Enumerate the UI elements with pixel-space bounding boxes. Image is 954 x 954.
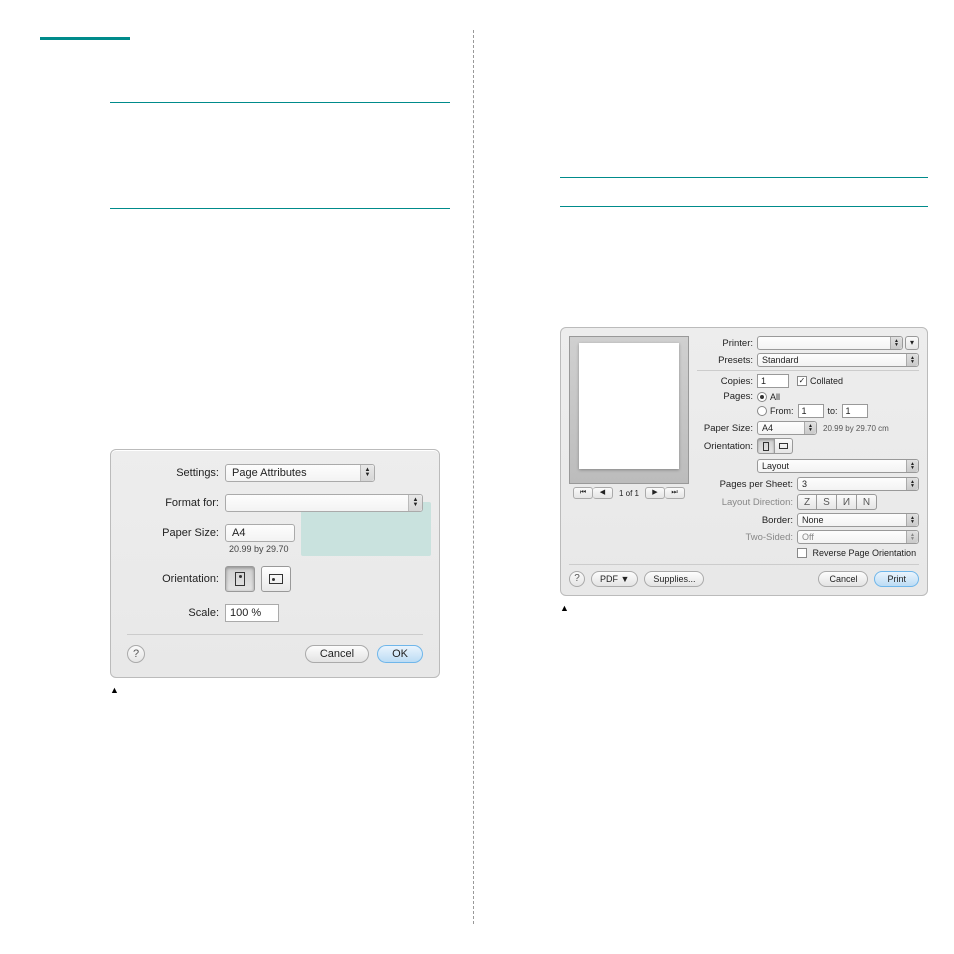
- next-page-button[interactable]: ▶: [645, 487, 665, 499]
- pps-label: Pages per Sheet:: [697, 479, 797, 490]
- settings-select-value: Page Attributes: [232, 467, 307, 479]
- pages-all-radio[interactable]: [757, 392, 767, 402]
- scale-input[interactable]: 100 %: [225, 604, 279, 622]
- pages-label: Pages:: [697, 391, 757, 402]
- print-button[interactable]: Print: [874, 571, 919, 587]
- chevron-updown-icon: ▲▼: [906, 354, 918, 366]
- from-input[interactable]: 1: [798, 404, 824, 418]
- pages-all-label: All: [770, 392, 780, 402]
- presets-select[interactable]: Standard▲▼: [757, 353, 919, 367]
- to-input[interactable]: 1: [842, 404, 868, 418]
- orient-landscape-button[interactable]: [775, 438, 793, 454]
- formatfor-label: Format for:: [127, 497, 225, 509]
- chevron-updown-icon: ▲▼: [360, 465, 374, 481]
- pdf-button[interactable]: PDF ▼: [591, 571, 638, 587]
- orientation-portrait-button[interactable]: [225, 566, 255, 592]
- pps-select[interactable]: 3▲▼: [797, 477, 919, 491]
- scale-label: Scale:: [127, 607, 225, 619]
- paper-dimensions: 20.99 by 29.70: [225, 544, 289, 554]
- chevron-updown-icon: ▲▼: [890, 337, 902, 349]
- caption-marker-icon-2: ▲: [560, 603, 569, 613]
- prev-page-button[interactable]: ◀: [593, 487, 613, 499]
- printer-select[interactable]: ▲▼: [757, 336, 903, 350]
- reverse-checkbox[interactable]: [797, 548, 807, 558]
- papersize-label: Paper Size:: [127, 527, 225, 539]
- orient-portrait-button[interactable]: [757, 438, 775, 454]
- supplies-button[interactable]: Supplies...: [644, 571, 704, 587]
- orientation2-label: Orientation:: [697, 441, 757, 452]
- printer-expand-button[interactable]: ▾: [905, 336, 919, 350]
- landscape-icon: [779, 443, 788, 449]
- caption-marker-icon: ▲: [110, 685, 119, 695]
- papersize2-label: Paper Size:: [697, 423, 757, 434]
- chevron-updown-icon: ▲▼: [906, 531, 918, 543]
- papersize2-select[interactable]: A4▲▼: [757, 421, 817, 435]
- portrait-icon: [763, 442, 769, 451]
- orientation-landscape-button[interactable]: [261, 566, 291, 592]
- section-select[interactable]: Layout▲▼: [757, 459, 919, 473]
- print-dialog: ⏮ ◀ 1 of 1 ▶ ⏭ Printer: ▲▼ ▾ Presets: St…: [560, 327, 928, 596]
- column-divider: [473, 30, 474, 924]
- layout-dir-2[interactable]: S: [817, 494, 837, 510]
- layout-dir-4[interactable]: N: [857, 494, 877, 510]
- collated-checkbox[interactable]: ✓: [797, 376, 807, 386]
- border-select[interactable]: None▲▼: [797, 513, 919, 527]
- cancel-button[interactable]: Cancel: [305, 645, 369, 663]
- chevron-updown-icon: ▲▼: [906, 478, 918, 490]
- chevron-updown-icon: ▲▼: [906, 460, 918, 472]
- chevron-updown-icon: ▲▼: [408, 495, 422, 511]
- twosided-select[interactable]: Off▲▼: [797, 530, 919, 544]
- settings-label: Settings:: [127, 467, 225, 479]
- pages-from-label: From:: [770, 406, 794, 416]
- layout-dir-3[interactable]: И: [837, 494, 857, 510]
- copies-input[interactable]: 1: [757, 374, 789, 388]
- paper-dims2: 20.99 by 29.70 cm: [823, 424, 889, 433]
- landscape-icon: [269, 574, 283, 584]
- printer-label: Printer:: [697, 338, 757, 349]
- left-column: Settings: Page Attributes ▲▼ Format for:…: [40, 37, 450, 696]
- copies-label: Copies:: [697, 376, 757, 387]
- twosided-label: Two-Sided:: [697, 532, 797, 543]
- page-indicator: 1 of 1: [613, 489, 645, 498]
- help-button-2[interactable]: ?: [569, 571, 585, 587]
- pages-from-radio[interactable]: [757, 406, 767, 416]
- portrait-icon: [235, 572, 245, 586]
- layout-dir-1[interactable]: Z: [797, 494, 817, 510]
- orientation-label: Orientation:: [127, 573, 225, 585]
- page-preview: [579, 343, 679, 469]
- first-page-button[interactable]: ⏮: [573, 487, 593, 499]
- preview-column: ⏮ ◀ 1 of 1 ▶ ⏭: [569, 336, 689, 558]
- settings-select[interactable]: Page Attributes ▲▼: [225, 464, 375, 482]
- cancel-button-2[interactable]: Cancel: [818, 571, 868, 587]
- right-column: ⏮ ◀ 1 of 1 ▶ ⏭ Printer: ▲▼ ▾ Presets: St…: [560, 37, 928, 614]
- papersize-select-value: A4: [232, 527, 245, 539]
- preview-pane: [569, 336, 689, 484]
- presets-label: Presets:: [697, 355, 757, 366]
- chevron-updown-icon: ▲▼: [906, 514, 918, 526]
- formatfor-select[interactable]: ▲▼: [225, 494, 423, 512]
- papersize-select[interactable]: A4: [225, 524, 295, 542]
- reverse-label: Reverse Page Orientation: [813, 548, 917, 558]
- collated-label: Collated: [810, 376, 843, 386]
- pages-to-label: to:: [828, 406, 838, 416]
- help-button[interactable]: ?: [127, 645, 145, 663]
- page-setup-dialog: Settings: Page Attributes ▲▼ Format for:…: [110, 449, 440, 678]
- ok-button[interactable]: OK: [377, 645, 423, 663]
- chevron-updown-icon: ▲▼: [804, 422, 816, 434]
- last-page-button[interactable]: ⏭: [665, 487, 685, 499]
- layoutdir-label: Layout Direction:: [697, 497, 797, 508]
- border-label: Border:: [697, 515, 797, 526]
- options-column: Printer: ▲▼ ▾ Presets: Standard▲▼ Copies…: [697, 336, 919, 558]
